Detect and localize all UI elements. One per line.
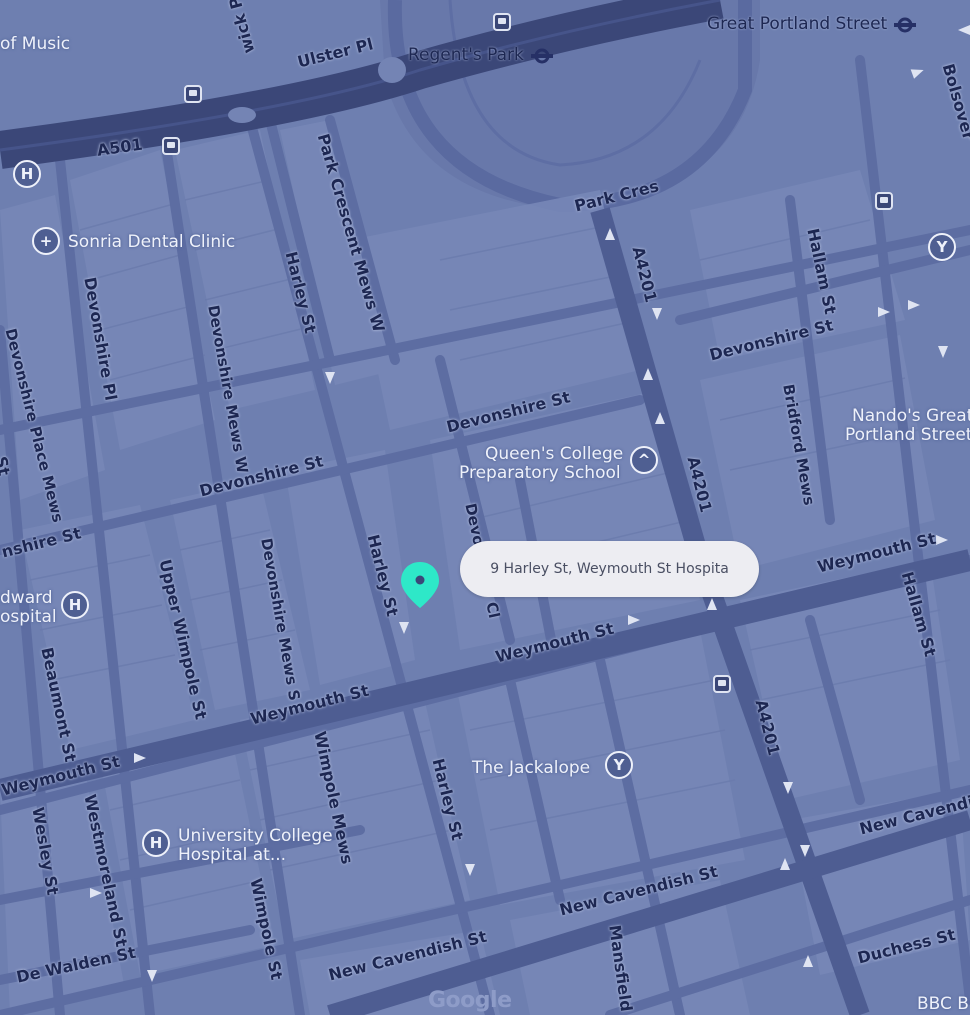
place-label[interactable]: Hospital at... [178, 847, 286, 864]
address-callout[interactable]: 9 Harley St, Weymouth St Hospita [460, 541, 759, 597]
bus-stop-icon[interactable] [493, 13, 511, 31]
place-label[interactable]: Queen's College [485, 446, 623, 463]
underground-icon[interactable] [531, 48, 553, 64]
place-label[interactable]: Preparatory School [459, 465, 621, 482]
place-label[interactable]: Sonria Dental Clinic [68, 234, 235, 251]
bar-icon[interactable]: Y [605, 751, 633, 779]
map-base [0, 0, 970, 1015]
bus-stop-icon[interactable] [875, 192, 893, 210]
address-text: 9 Harley St, Weymouth St Hospita [490, 561, 729, 577]
provider-logo: Google [428, 988, 512, 1013]
school-icon[interactable]: ^ [630, 446, 658, 474]
place-label[interactable]: Nando's Great [852, 408, 970, 425]
street-label: St [0, 454, 14, 478]
map-canvas[interactable]: H + ^ Y H Y H of Music Great Portland St… [0, 0, 970, 1015]
map-pin-icon[interactable] [399, 560, 441, 610]
place-label[interactable]: ospital [0, 609, 57, 626]
underground-icon[interactable] [894, 17, 916, 33]
bus-stop-icon[interactable] [184, 85, 202, 103]
bus-stop-icon[interactable] [713, 675, 731, 693]
hospital-icon[interactable]: H [13, 160, 41, 188]
restaurant-icon[interactable]: Y [928, 233, 956, 261]
place-label[interactable]: Portland Street [845, 427, 970, 444]
place-label[interactable]: University College [178, 828, 333, 845]
hospital-icon[interactable]: H [61, 591, 89, 619]
place-label[interactable]: Great Portland Street [707, 16, 887, 33]
place-label[interactable]: of Music [0, 36, 70, 53]
hospital-icon[interactable]: H [142, 829, 170, 857]
place-label[interactable]: Regent's Park [408, 47, 524, 64]
bus-stop-icon[interactable] [162, 137, 180, 155]
place-label[interactable]: The Jackalope [472, 760, 590, 777]
place-label[interactable]: dward [0, 590, 53, 607]
tooth-icon[interactable]: + [32, 227, 60, 255]
place-label[interactable]: BBC B [917, 996, 969, 1013]
